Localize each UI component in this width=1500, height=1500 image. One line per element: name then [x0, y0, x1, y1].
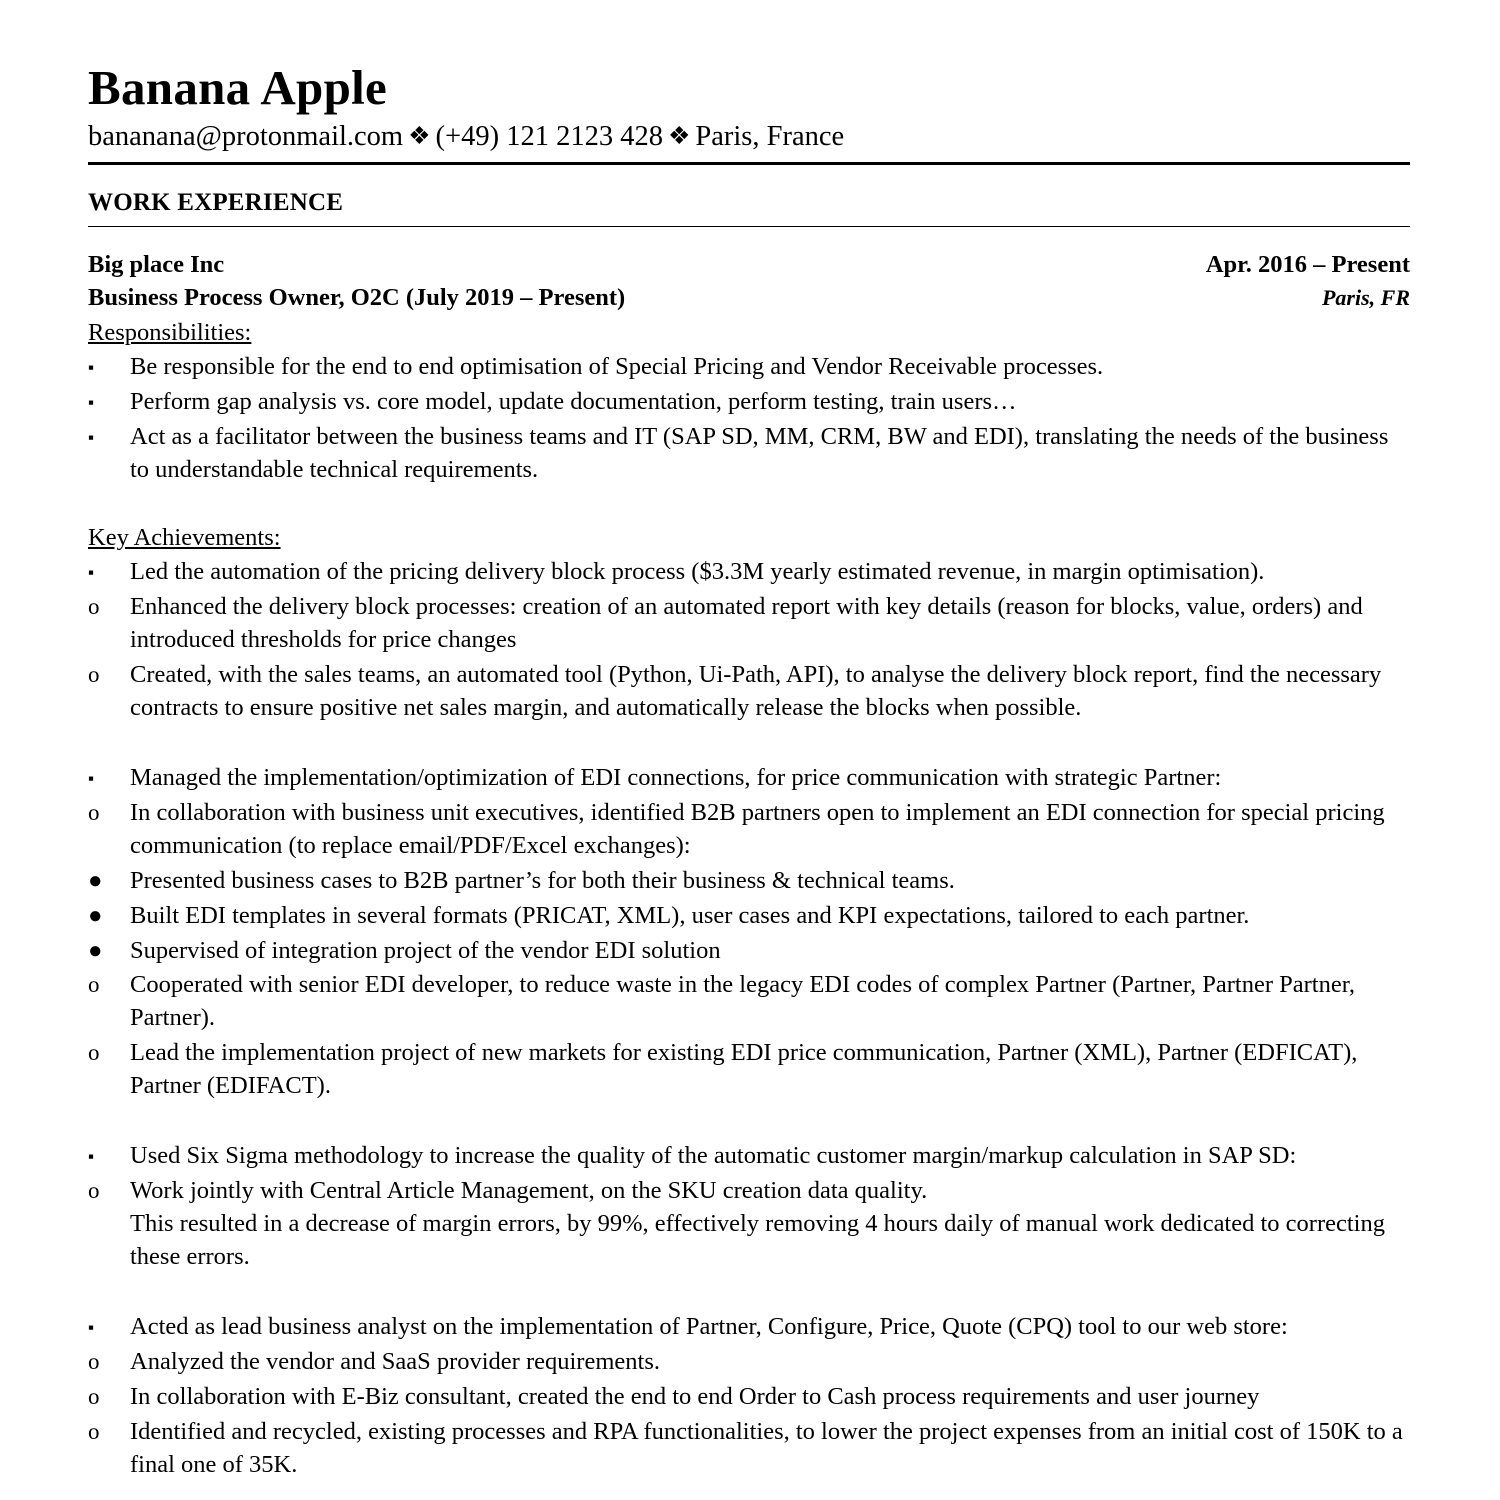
- list-item-text: Acted as lead business analyst on the im…: [130, 1312, 1288, 1340]
- achievement-sublist: o Analyzed the vendor and SaaS provider …: [88, 1346, 1410, 1482]
- page-title: Banana Apple: [88, 60, 388, 115]
- list-item-text: Be responsible for the end to end optimi…: [130, 353, 1104, 381]
- list-item-text: Led the automation of the pricing delive…: [130, 558, 1265, 586]
- list-item: o Analyzed the vendor and SaaS provider …: [88, 1346, 1410, 1379]
- achievement-group: ▪ Used Six Sigma methodology to increase…: [88, 1140, 1410, 1173]
- list-item: ● Built EDI templates in several formats…: [88, 900, 1410, 933]
- square-bullet-icon: ▪: [88, 1147, 95, 1167]
- list-item-text: In collaboration with business unit exec…: [130, 798, 1385, 859]
- achievement-sublist: o Cooperated with senior EDI developer, …: [88, 969, 1410, 1103]
- achievement-sublist: o In collaboration with business unit ex…: [88, 797, 1410, 863]
- square-bullet-icon: ▪: [88, 393, 95, 413]
- list-item-text: Act as a facilitator between the busines…: [130, 423, 1389, 484]
- responsibilities-label: Responsibilities:: [88, 319, 252, 347]
- square-bullet-icon: ▪: [88, 1317, 95, 1337]
- list-item: o In collaboration with E-Biz consultant…: [88, 1381, 1410, 1414]
- list-item-text: Used Six Sigma methodology to increase t…: [130, 1142, 1297, 1170]
- list-item: o Created, with the sales teams, an auto…: [88, 659, 1410, 725]
- list-item-text: Analyzed the vendor and SaaS provider re…: [130, 1347, 660, 1375]
- key-achievements-label: Key Achievements:: [88, 524, 281, 552]
- list-item: ▪ Act as a facilitator between the busin…: [88, 421, 1410, 487]
- contact-location: Paris, France: [695, 120, 845, 152]
- list-item: ▪ Led the automation of the pricing deli…: [88, 556, 1410, 589]
- list-item: o Work jointly with Central Article Mana…: [88, 1175, 1410, 1274]
- circle-bullet-icon: o: [88, 594, 100, 620]
- circle-bullet-icon: o: [88, 1040, 100, 1066]
- header-divider: [88, 162, 1410, 166]
- list-item-text: Enhanced the delivery block processes: c…: [130, 593, 1363, 654]
- circle-bullet-icon: o: [88, 1348, 100, 1374]
- circle-bullet-icon: o: [88, 1178, 100, 1204]
- achievement-group: ▪ Managed the implementation/optimizatio…: [88, 762, 1410, 795]
- achievement-sublist: o Enhanced the delivery block processes:…: [88, 591, 1410, 725]
- list-item-text: In collaboration with E-Biz consultant, …: [130, 1382, 1260, 1410]
- list-item: ▪ Acted as lead business analyst on the …: [88, 1311, 1410, 1344]
- list-item: ▪ Used Six Sigma methodology to increase…: [88, 1140, 1410, 1173]
- list-item: o In collaboration with business unit ex…: [88, 797, 1410, 863]
- square-bullet-icon: ▪: [88, 768, 95, 788]
- list-item-text: Identified and recycled, existing proces…: [130, 1417, 1403, 1478]
- achievement-group: ▪ Acted as lead business analyst on the …: [88, 1311, 1410, 1344]
- round-bullet-icon: ●: [88, 937, 103, 964]
- list-item-text: Managed the implementation/optimization …: [130, 763, 1222, 791]
- circle-bullet-icon: o: [88, 972, 100, 998]
- list-item-text: Cooperated with senior EDI developer, to…: [130, 971, 1356, 1032]
- resume-header: Banana Apple bananana@protonmail.com ❖ (+4…: [88, 62, 1410, 154]
- section-title-work-experience: WORK EXPERIENCE: [88, 189, 344, 217]
- job-header-company-row: Big place Inc Apr. 2016 – Present: [88, 249, 1410, 282]
- job-dates: Apr. 2016 – Present: [1205, 251, 1410, 279]
- list-item-text: Presented business cases to B2B partner’…: [130, 866, 955, 894]
- square-bullet-icon: ▪: [88, 428, 95, 448]
- job-header-role-row: Business Process Owner, O2C (July 2019 –…: [88, 282, 1410, 315]
- list-item-text: Created, with the sales teams, an automa…: [130, 660, 1382, 721]
- achievement-subsublist: ● Presented business cases to B2B partne…: [88, 865, 1410, 968]
- contact-line: bananana@protonmail.com ❖ (+49) 121 2123 4…: [88, 120, 1410, 154]
- list-item: o Cooperated with senior EDI developer, …: [88, 969, 1410, 1035]
- section-divider: [88, 226, 1410, 228]
- circle-bullet-icon: o: [88, 799, 100, 825]
- achievement-sublist: o Work jointly with Central Article Mana…: [88, 1175, 1410, 1274]
- list-item-text: Supervised of integration project of the…: [130, 936, 721, 964]
- list-item-text: Built EDI templates in several formats (…: [130, 901, 1250, 929]
- list-item: ▪ Perform gap analysis vs. core model, u…: [88, 386, 1410, 419]
- list-item-text: Work jointly with Central Article Manage…: [130, 1177, 928, 1205]
- resume-page: Banana Apple bananana@protonmail.com ❖ (+4…: [0, 0, 1500, 1500]
- list-item-text: Perform gap analysis vs. core model, upd…: [130, 388, 1017, 416]
- job-company: Big place Inc: [88, 251, 225, 279]
- circle-bullet-icon: o: [88, 1418, 100, 1444]
- list-item: o Identified and recycled, existing proc…: [88, 1416, 1410, 1482]
- contact-email[interactable]: bananana@protonmail.com: [88, 121, 403, 152]
- list-item-text: Lead the implementation project of new m…: [130, 1039, 1358, 1100]
- responsibilities-list: ▪ Be responsible for the end to end opti…: [88, 351, 1410, 487]
- diamond-separator-icon: ❖: [667, 122, 691, 150]
- list-item: ▪ Managed the implementation/optimizatio…: [88, 762, 1410, 795]
- round-bullet-icon: ●: [88, 867, 103, 894]
- list-item: o Enhanced the delivery block processes:…: [88, 591, 1410, 657]
- circle-bullet-icon: o: [88, 1383, 100, 1409]
- contact-phone[interactable]: (+49) 121 2123 428: [436, 121, 663, 152]
- round-bullet-icon: ●: [88, 902, 103, 929]
- square-bullet-icon: ▪: [88, 358, 95, 378]
- diamond-separator-icon: ❖: [408, 122, 431, 150]
- square-bullet-icon: ▪: [88, 563, 95, 583]
- job-location: Paris, FR: [1321, 284, 1410, 310]
- circle-bullet-icon: o: [88, 661, 100, 687]
- job-role: Business Process Owner, O2C (July 2019 –…: [88, 283, 626, 311]
- list-item: o Lead the implementation project of new…: [88, 1037, 1410, 1103]
- list-item-continuation: This resulted in a decrease of margin er…: [130, 1210, 1385, 1271]
- achievement-group: ▪ Led the automation of the pricing deli…: [88, 556, 1410, 589]
- list-item: ● Presented business cases to B2B partne…: [88, 865, 1410, 898]
- list-item: ● Supervised of integration project of t…: [88, 935, 1410, 968]
- list-item: ▪ Be responsible for the end to end opti…: [88, 351, 1410, 384]
